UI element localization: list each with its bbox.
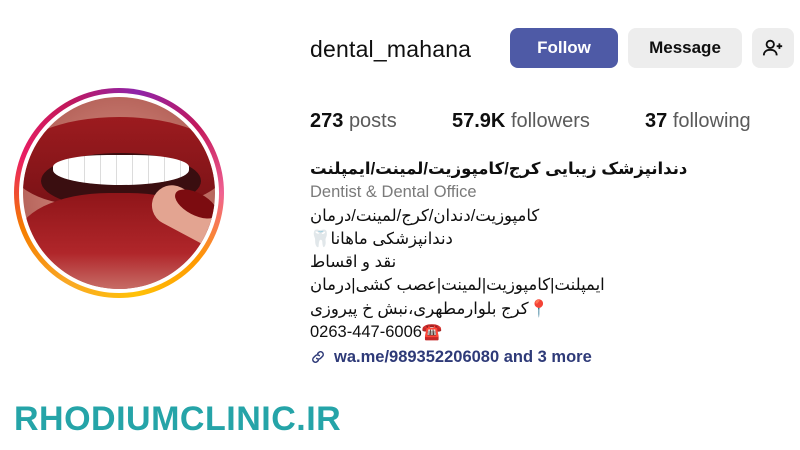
posts-label: posts (348, 110, 397, 132)
bio-name: دندانپزشک زیبایی کرج/کامپوزیت/لمینت/ایمپ… (310, 160, 688, 178)
avatar-teeth (53, 155, 189, 185)
bio-line: کامپوزیت/دندان/کرج/لمینت/درمان (310, 206, 540, 225)
bio-phone: 0263-447-6006☎️ (310, 323, 443, 342)
stat-followers[interactable]: 57.9K followers (452, 110, 590, 133)
profile-bio: دندانپزشک زیبایی کرج/کامپوزیت/لمینت/ایمپ… (310, 158, 690, 370)
followers-label: followers (510, 110, 590, 132)
person-add-icon (762, 39, 783, 56)
bio-link-text: wa.me/989352206080 and 3 more (334, 348, 592, 367)
message-button[interactable]: Message (628, 28, 742, 68)
avatar-photo (23, 97, 215, 289)
link-icon (310, 349, 328, 367)
posts-count: 273 (310, 110, 344, 132)
bio-category: Dentist & Dental Office (310, 183, 477, 202)
bio-line: نقد و اقساط (310, 253, 397, 272)
following-label: following (672, 110, 751, 132)
bio-line: دندانپزشکی ماهانا🦷 (310, 229, 453, 248)
watermark: RHODIUMCLINIC.IR (14, 400, 342, 438)
profile-username: dental_mahana (310, 36, 472, 62)
stat-following[interactable]: 37 following (645, 110, 751, 133)
stat-posts: 273 posts (310, 110, 397, 133)
bio-link[interactable]: wa.me/989352206080 and 3 more (310, 346, 690, 369)
bio-line: ایمپلنت|کامپوزیت|لمینت|عصب کشی|درمان (310, 276, 605, 295)
profile-avatar[interactable] (14, 88, 224, 298)
following-count: 37 (645, 110, 668, 132)
follow-button[interactable]: Follow (510, 28, 618, 68)
followers-count: 57.9K (452, 110, 506, 132)
bio-line: 📍کرج بلوارمطهری،نبش خ پیروزی (310, 299, 550, 318)
add-user-button[interactable] (752, 28, 794, 68)
